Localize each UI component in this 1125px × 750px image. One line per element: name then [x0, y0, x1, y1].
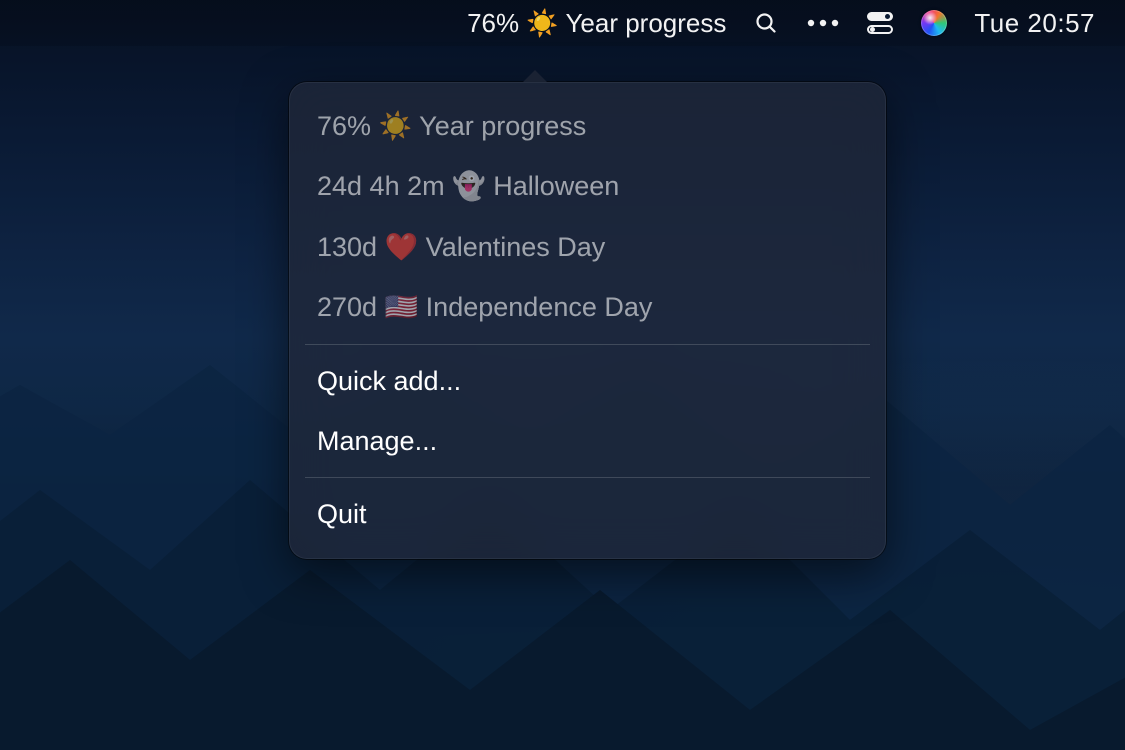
yearprogress-popover: 76% ☀️ Year progress 24d 4h 2m 👻 Hallowe… — [289, 82, 886, 559]
quick-add-label: Quick add... — [317, 365, 461, 397]
desktop-wallpaper: 76% ☀️ Year progress — [0, 0, 1125, 750]
event-row-label: 24d 4h 2m 👻 Halloween — [317, 170, 619, 202]
menubar-clock[interactable]: Tue 20:57 — [974, 8, 1095, 39]
manage-label: Manage... — [317, 425, 437, 457]
event-row-halloween[interactable]: 24d 4h 2m 👻 Halloween — [289, 156, 886, 216]
event-row-valentines[interactable]: 130d ❤️ Valentines Day — [289, 217, 886, 277]
event-row-year-progress[interactable]: 76% ☀️ Year progress — [289, 96, 886, 156]
siri-icon — [920, 9, 948, 37]
menu-bar: 76% ☀️ Year progress — [0, 0, 1125, 46]
event-row-independence[interactable]: 270d 🇺🇸 Independence Day — [289, 277, 886, 337]
separator — [305, 477, 870, 478]
control-center-button[interactable] — [866, 9, 894, 37]
menu-extras-button[interactable] — [806, 9, 840, 37]
event-row-label: 270d 🇺🇸 Independence Day — [317, 291, 652, 323]
event-row-label: 76% ☀️ Year progress — [317, 110, 586, 142]
quick-add-menuitem[interactable]: Quick add... — [289, 351, 886, 411]
spotlight-search-button[interactable] — [752, 9, 780, 37]
quit-label: Quit — [317, 498, 367, 530]
menubar-yearprogress-item[interactable]: 76% ☀️ Year progress — [467, 8, 726, 39]
siri-button[interactable] — [920, 9, 948, 37]
menubar-clock-label: Tue 20:57 — [974, 8, 1095, 39]
control-center-icon — [866, 9, 894, 37]
quit-menuitem[interactable]: Quit — [289, 484, 886, 544]
event-row-label: 130d ❤️ Valentines Day — [317, 231, 605, 263]
ellipsis-icon — [806, 9, 840, 37]
manage-menuitem[interactable]: Manage... — [289, 411, 886, 471]
menubar-yearprogress-label: 76% ☀️ Year progress — [467, 8, 726, 39]
search-icon — [752, 9, 780, 37]
separator — [305, 344, 870, 345]
